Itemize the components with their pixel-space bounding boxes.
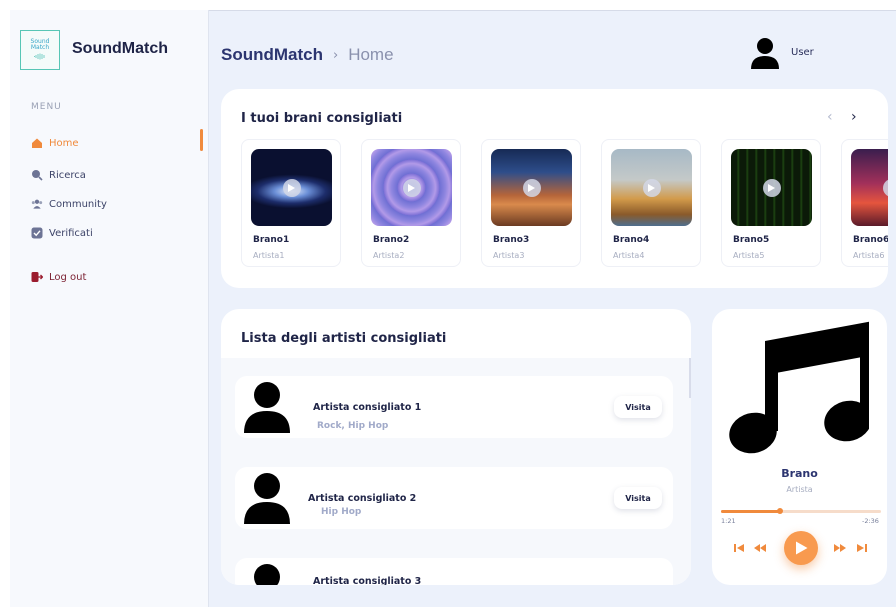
sidebar-item-label: Community bbox=[49, 198, 107, 210]
song-cover-image[interactable] bbox=[731, 149, 812, 226]
visit-button[interactable]: Visita bbox=[614, 487, 662, 509]
home-icon bbox=[31, 137, 43, 149]
play-icon[interactable] bbox=[762, 178, 781, 197]
breadcrumb-root[interactable]: SoundMatch bbox=[221, 45, 323, 65]
song-cover-image[interactable] bbox=[371, 149, 452, 226]
verified-icon bbox=[31, 227, 43, 239]
logout-label: Log out bbox=[49, 271, 87, 283]
user-avatar-icon[interactable] bbox=[750, 37, 780, 69]
sidebar-item-verificati[interactable]: Verificati bbox=[31, 224, 93, 242]
play-icon[interactable] bbox=[882, 178, 888, 197]
active-nav-indicator bbox=[200, 129, 203, 151]
artist-name: Artista consigliato 3 bbox=[313, 576, 422, 585]
app-brand: SoundMatch bbox=[72, 40, 168, 57]
song-artist: Artista3 bbox=[493, 251, 525, 260]
soundwave-icon bbox=[33, 53, 47, 62]
breadcrumb-separator: › bbox=[333, 47, 339, 63]
sidebar-item-ricerca[interactable]: Ricerca bbox=[31, 166, 86, 184]
sidebar-item-home[interactable]: Home bbox=[31, 134, 79, 152]
progress-handle[interactable] bbox=[777, 508, 784, 514]
play-button[interactable] bbox=[784, 531, 818, 565]
artist-name: Artista consigliato 1 bbox=[313, 402, 422, 413]
song-title: Brano5 bbox=[733, 235, 770, 245]
app-logo: Sound Match bbox=[20, 30, 60, 70]
user-name[interactable]: User bbox=[791, 47, 814, 58]
sidebar-item-label: Verificati bbox=[49, 227, 93, 239]
progress-bar[interactable] bbox=[721, 508, 881, 514]
artist-genre: Rock, Hip Hop bbox=[317, 421, 389, 431]
artist-avatar-icon bbox=[244, 382, 290, 433]
artist-avatar-icon bbox=[244, 473, 290, 524]
time-elapsed: 1:21 bbox=[721, 517, 736, 525]
sidebar-item-community[interactable]: Community bbox=[31, 195, 107, 213]
artist-row[interactable]: Artista consigliato 1 Rock, Hip Hop Visi… bbox=[235, 376, 673, 438]
artist-row[interactable]: Artista consigliato 3 bbox=[235, 558, 673, 585]
music-note-icon bbox=[729, 321, 869, 454]
sidebar: Sound Match SoundMatch MENU Home Ricerca… bbox=[10, 10, 209, 607]
song-card[interactable]: Brano5 Artista5 bbox=[721, 139, 821, 267]
song-title: Brano6 bbox=[853, 235, 888, 245]
recommended-songs-panel: I tuoi brani consigliati ‹ › Brano1 Arti… bbox=[221, 89, 888, 288]
song-cover-image[interactable] bbox=[251, 149, 332, 226]
song-card[interactable]: Brano2 Artista2 bbox=[361, 139, 461, 267]
song-title: Brano1 bbox=[253, 235, 290, 245]
song-artist: Artista2 bbox=[373, 251, 405, 260]
time-remaining: -2:36 bbox=[862, 517, 879, 525]
song-title: Brano2 bbox=[373, 235, 410, 245]
artist-name: Artista consigliato 2 bbox=[308, 493, 417, 504]
song-artist: Artista4 bbox=[613, 251, 645, 260]
play-icon[interactable] bbox=[402, 178, 421, 197]
carousel-prev-button[interactable]: ‹ bbox=[827, 109, 833, 125]
visit-button[interactable]: Visita bbox=[614, 396, 662, 418]
song-cover-image[interactable] bbox=[491, 149, 572, 226]
scrollbar-thumb[interactable] bbox=[689, 358, 691, 398]
player-track-title: Brano bbox=[781, 467, 818, 480]
song-title: Brano4 bbox=[613, 235, 650, 245]
song-cover-image[interactable] bbox=[851, 149, 888, 226]
songs-panel-title: I tuoi brani consigliati bbox=[241, 111, 403, 126]
artists-panel-title: Lista degli artisti consigliati bbox=[241, 331, 447, 346]
artist-genre: Hip Hop bbox=[321, 507, 362, 517]
logout-icon bbox=[31, 271, 43, 283]
play-icon[interactable] bbox=[282, 178, 301, 197]
song-cover-image[interactable] bbox=[611, 149, 692, 226]
breadcrumb-current: Home bbox=[348, 45, 394, 64]
community-icon bbox=[31, 198, 43, 210]
recommended-artists-panel: Lista degli artisti consigliati Artista … bbox=[221, 309, 691, 585]
song-artist: Artista1 bbox=[253, 251, 285, 260]
search-icon bbox=[31, 169, 43, 181]
artist-row[interactable]: Artista consigliato 2 Hip Hop Visita bbox=[235, 467, 673, 529]
song-card[interactable]: Brano4 Artista4 bbox=[601, 139, 701, 267]
progress-fill bbox=[721, 510, 781, 513]
song-card[interactable]: Brano3 Artista3 bbox=[481, 139, 581, 267]
rewind-icon[interactable] bbox=[754, 543, 766, 553]
player-track-artist: Artista bbox=[786, 485, 813, 494]
logo-text: Sound Match bbox=[30, 37, 50, 51]
music-player-panel: Brano Artista 1:21 -2:36 bbox=[712, 309, 887, 585]
carousel-next-button[interactable]: › bbox=[851, 109, 857, 125]
song-card[interactable]: Brano6 Artista6 bbox=[841, 139, 888, 267]
song-title: Brano3 bbox=[493, 235, 530, 245]
artist-avatar-icon bbox=[254, 564, 280, 585]
skip-previous-icon[interactable] bbox=[734, 543, 744, 553]
song-card[interactable]: Brano1 Artista1 bbox=[241, 139, 341, 267]
menu-label: MENU bbox=[31, 102, 62, 112]
play-icon[interactable] bbox=[642, 178, 661, 197]
breadcrumb: SoundMatch › Home bbox=[221, 45, 394, 65]
logout-button[interactable]: Log out bbox=[31, 268, 86, 286]
play-icon[interactable] bbox=[522, 178, 541, 197]
song-artist: Artista6 bbox=[853, 251, 885, 260]
sidebar-item-label: Ricerca bbox=[49, 169, 86, 181]
skip-next-icon[interactable] bbox=[857, 543, 867, 553]
sidebar-item-label: Home bbox=[49, 137, 79, 149]
artists-list[interactable]: Artista consigliato 1 Rock, Hip Hop Visi… bbox=[221, 358, 691, 585]
fast-forward-icon[interactable] bbox=[834, 543, 846, 553]
play-icon bbox=[795, 541, 807, 555]
song-artist: Artista5 bbox=[733, 251, 765, 260]
